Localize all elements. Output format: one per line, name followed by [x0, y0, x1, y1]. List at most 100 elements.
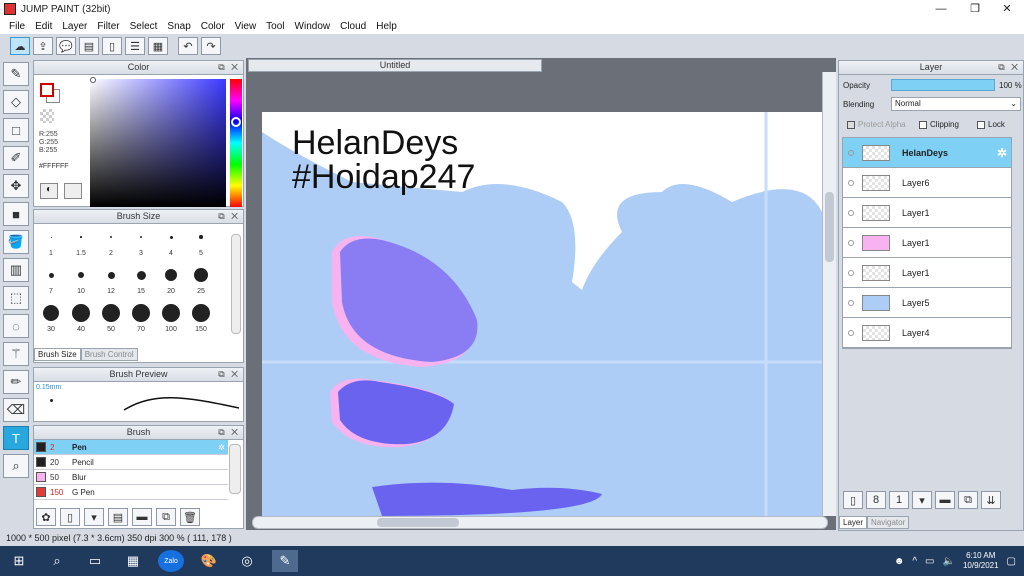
menu-edit[interactable]: Edit — [35, 21, 52, 32]
paint-icon[interactable]: 🎨 — [196, 550, 222, 572]
text-tool-icon[interactable]: T — [3, 426, 29, 450]
brush-size-option[interactable]: 30 — [36, 302, 66, 333]
chevron-up-icon[interactable]: ^ — [912, 556, 917, 567]
saturation-value-picker[interactable] — [90, 79, 226, 207]
opacity-slider[interactable] — [891, 79, 995, 91]
fill-rect-tool-icon[interactable]: ■ — [3, 202, 29, 226]
menu-color[interactable]: Color — [201, 21, 225, 32]
brush-dropdown-icon[interactable]: ▾ — [84, 508, 104, 526]
visibility-icon[interactable] — [848, 209, 854, 216]
comment-icon[interactable]: 💬 — [56, 37, 76, 55]
brush-tool-icon[interactable]: ✎ — [3, 62, 29, 86]
tab-brush-control[interactable]: Brush Control — [80, 348, 138, 361]
menu-help[interactable]: Help — [376, 21, 397, 32]
sv-picker-handle[interactable] — [90, 77, 96, 83]
trash-icon[interactable]: 🗑 — [180, 508, 200, 526]
network-icon[interactable]: ▭ — [925, 556, 934, 567]
brush-size-scrollbar[interactable] — [231, 234, 241, 334]
chrome-icon[interactable]: ◎ — [234, 550, 260, 572]
new-layer-1bit-icon[interactable]: 1 — [889, 491, 909, 509]
visibility-icon[interactable] — [848, 149, 854, 156]
brush-item-pencil[interactable]: 20 Pencil — [34, 455, 228, 470]
close-button[interactable]: ✕ — [990, 0, 1024, 18]
bucket-tool-icon[interactable]: 🪣 — [3, 230, 29, 254]
copy-brush-icon[interactable]: ▤ — [108, 508, 128, 526]
layer-item[interactable]: Layer1 — [843, 258, 1011, 288]
brush-size-option[interactable]: 15 — [126, 264, 156, 295]
jump-paint-icon[interactable]: ✎ — [272, 550, 298, 572]
brush-size-option[interactable]: 150 — [186, 302, 216, 333]
visibility-icon[interactable] — [848, 179, 854, 186]
visibility-icon[interactable] — [848, 299, 854, 306]
panel-controls-icon[interactable]: ⧉ ✕ — [998, 61, 1020, 74]
brush-size-option[interactable]: 5 — [186, 226, 216, 257]
restore-button[interactable]: ❐ — [958, 0, 992, 18]
menu-view[interactable]: View — [235, 21, 257, 32]
brush-settings-icon[interactable]: ✿ — [36, 508, 56, 526]
brush-item-blur[interactable]: 50 Blur — [34, 470, 228, 485]
lock-checkbox[interactable]: Lock — [977, 120, 1005, 129]
horizontal-scrollbar[interactable] — [252, 516, 828, 529]
menu-select[interactable]: Select — [130, 21, 158, 32]
brush-size-option[interactable]: 50 — [96, 302, 126, 333]
brush-size-option[interactable]: 100 — [156, 302, 186, 333]
eraser-tool-icon[interactable]: ◇ — [3, 90, 29, 114]
dot-pen-tool-icon[interactable]: ✐ — [3, 146, 29, 170]
layer-item[interactable]: HelanDeys ✲ — [843, 138, 1011, 168]
store-icon[interactable]: ▦ — [120, 550, 146, 572]
menu-file[interactable]: File — [9, 21, 25, 32]
brush-size-option[interactable]: 1.5 — [66, 226, 96, 257]
new-layer-icon[interactable]: ▯ — [843, 491, 863, 509]
menu-filter[interactable]: Filter — [97, 21, 119, 32]
transparent-color-icon[interactable] — [40, 109, 54, 123]
lasso-tool-icon[interactable]: ◌ — [3, 314, 29, 338]
cloud-icon[interactable]: ☁ — [10, 37, 30, 55]
move-tool-icon[interactable]: ✥ — [3, 174, 29, 198]
color-history-icon[interactable] — [64, 183, 82, 199]
panel-controls-icon[interactable]: ⧉ ✕ — [218, 61, 240, 74]
search-icon[interactable]: ⌕ — [44, 550, 70, 572]
brush-size-option[interactable]: 25 — [186, 264, 216, 295]
layer-item[interactable]: Layer1 — [843, 198, 1011, 228]
menu-window[interactable]: Window — [295, 21, 331, 32]
brush-size-option[interactable]: 10 — [66, 264, 96, 295]
redo-icon[interactable]: ↷ — [201, 37, 221, 55]
zalo-icon[interactable]: Zalo — [158, 550, 184, 572]
select-tool-icon[interactable]: ⬚ — [3, 286, 29, 310]
minimize-button[interactable]: — — [924, 0, 958, 18]
layer-item[interactable]: Layer1 — [843, 228, 1011, 258]
speaker-icon[interactable]: 🔈 — [943, 556, 955, 567]
eyedropper-tool-icon[interactable]: ⌕ — [3, 454, 29, 478]
hue-slider[interactable] — [230, 79, 242, 207]
new-brush-icon[interactable]: ▯ — [60, 508, 80, 526]
panel-controls-icon[interactable]: ⧉ ✕ — [218, 426, 240, 439]
share-icon[interactable]: ⇪ — [33, 37, 53, 55]
protect-alpha-checkbox[interactable]: Protect Alpha — [847, 120, 906, 129]
palette-icon[interactable]: ◐ — [40, 183, 58, 199]
panel-controls-icon[interactable]: ⧉ ✕ — [218, 368, 240, 381]
duplicate-layer-icon[interactable]: ⧉ — [958, 491, 978, 509]
clock[interactable]: 6:10 AM 10/9/2021 — [963, 551, 999, 571]
merge-layer-icon[interactable]: ⇊ — [981, 491, 1001, 509]
clipping-checkbox[interactable]: Clipping — [919, 120, 959, 129]
new-layer-8bit-icon[interactable]: 8 — [866, 491, 886, 509]
folder-icon[interactable]: ▬ — [132, 508, 152, 526]
windows-start-icon[interactable]: ⊞ — [6, 550, 32, 572]
tab-navigator[interactable]: Navigator — [867, 516, 910, 529]
gear-icon[interactable]: ✲ — [218, 443, 225, 452]
task-view-icon[interactable]: ▭ — [82, 550, 108, 572]
menu-tool[interactable]: Tool — [266, 21, 284, 32]
brush-size-option[interactable]: 12 — [96, 264, 126, 295]
menu-layer[interactable]: Layer — [62, 21, 87, 32]
gear-icon[interactable]: ✲ — [997, 146, 1007, 160]
brush-size-option[interactable]: 4 — [156, 226, 186, 257]
brush-size-option[interactable]: 70 — [126, 302, 156, 333]
document-icon[interactable]: ▯ — [102, 37, 122, 55]
message-icon[interactable]: ▤ — [79, 37, 99, 55]
layer-item[interactable]: Layer4 — [843, 318, 1011, 348]
tab-brush-size[interactable]: Brush Size — [34, 348, 81, 361]
magic-wand-tool-icon[interactable]: ⚚ — [3, 342, 29, 366]
layer-item[interactable]: Layer6 — [843, 168, 1011, 198]
brush-item-pen[interactable]: 2 Pen ✲ — [34, 440, 228, 455]
select-pen-tool-icon[interactable]: ✏ — [3, 370, 29, 394]
